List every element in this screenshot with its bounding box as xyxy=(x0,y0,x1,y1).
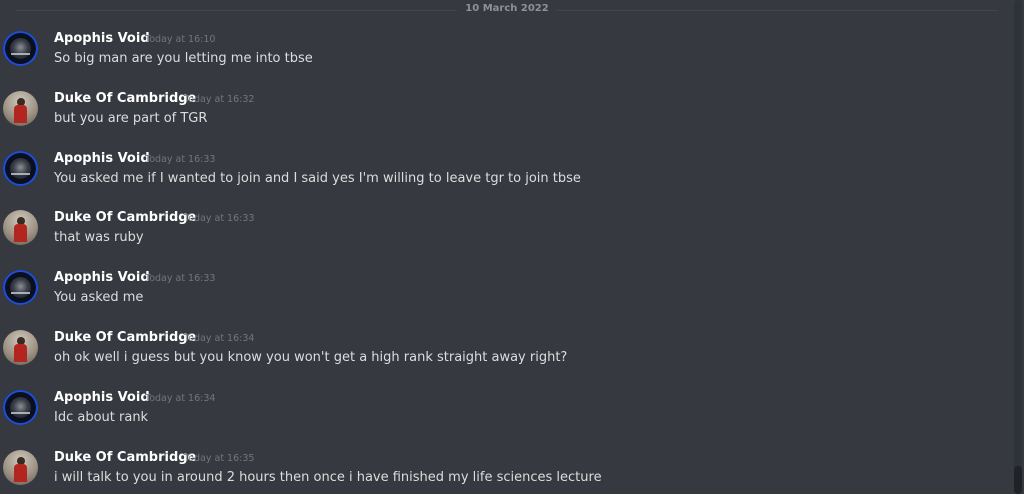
message-content: oh ok well i guess but you know you won'… xyxy=(54,349,568,365)
avatar[interactable] xyxy=(3,210,38,246)
message: Apophis Void Today at 16:34 Idc about ra… xyxy=(0,388,1010,448)
timestamp: Today at 16:32 xyxy=(184,93,255,105)
username[interactable]: Apophis Void xyxy=(54,270,150,285)
message: Apophis Void Today at 16:10 So big man a… xyxy=(0,29,1010,89)
timestamp: Today at 16:35 xyxy=(184,452,255,464)
timestamp: Today at 16:33 xyxy=(145,273,216,285)
message-content: Idc about rank xyxy=(54,409,149,425)
avatar[interactable] xyxy=(3,270,38,306)
message: Apophis Void Today at 16:33 You asked me… xyxy=(0,149,1010,209)
timestamp: Today at 16:34 xyxy=(145,392,216,404)
message-content: i will talk to you in around 2 hours the… xyxy=(54,469,602,485)
avatar[interactable] xyxy=(3,389,38,425)
scrollbar-track[interactable] xyxy=(1014,0,1022,494)
username[interactable]: Duke Of Cambridge xyxy=(54,330,196,345)
avatar[interactable] xyxy=(3,449,38,485)
timestamp: Today at 16:33 xyxy=(184,213,255,225)
message-content: that was ruby xyxy=(54,230,144,246)
avatar[interactable] xyxy=(3,329,38,365)
avatar[interactable] xyxy=(3,90,38,126)
message-content: You asked me if I wanted to join and I s… xyxy=(54,170,581,186)
message: Duke Of Cambridge Today at 16:32 but you… xyxy=(0,89,1010,149)
avatar[interactable] xyxy=(3,150,38,186)
chat-window: 10 March 2022 Apophis Void Today at 16:1… xyxy=(0,0,1024,494)
username[interactable]: Duke Of Cambridge xyxy=(54,91,196,106)
message: Duke Of Cambridge Today at 16:34 oh ok w… xyxy=(0,328,1010,388)
date-divider-label: 10 March 2022 xyxy=(457,3,557,14)
scrollbar-thumb[interactable] xyxy=(1014,466,1022,494)
message-list: Apophis Void Today at 16:10 So big man a… xyxy=(0,29,1010,494)
message-content: but you are part of TGR xyxy=(54,110,208,126)
message: Duke Of Cambridge Today at 16:35 i will … xyxy=(0,448,1010,494)
timestamp: Today at 16:34 xyxy=(184,332,255,344)
username[interactable]: Duke Of Cambridge xyxy=(54,210,196,225)
avatar[interactable] xyxy=(3,31,38,66)
timestamp: Today at 16:10 xyxy=(145,34,216,45)
message-content: You asked me xyxy=(54,290,144,306)
username[interactable]: Apophis Void xyxy=(54,31,150,46)
username[interactable]: Apophis Void xyxy=(54,390,150,405)
message: Apophis Void Today at 16:33 You asked me xyxy=(0,268,1010,328)
message-content: So big man are you letting me into tbse xyxy=(54,51,313,66)
message: Duke Of Cambridge Today at 16:33 that wa… xyxy=(0,208,1010,268)
username[interactable]: Duke Of Cambridge xyxy=(54,450,196,465)
timestamp: Today at 16:33 xyxy=(145,153,216,165)
date-divider: 10 March 2022 xyxy=(16,3,998,14)
username[interactable]: Apophis Void xyxy=(54,151,150,166)
